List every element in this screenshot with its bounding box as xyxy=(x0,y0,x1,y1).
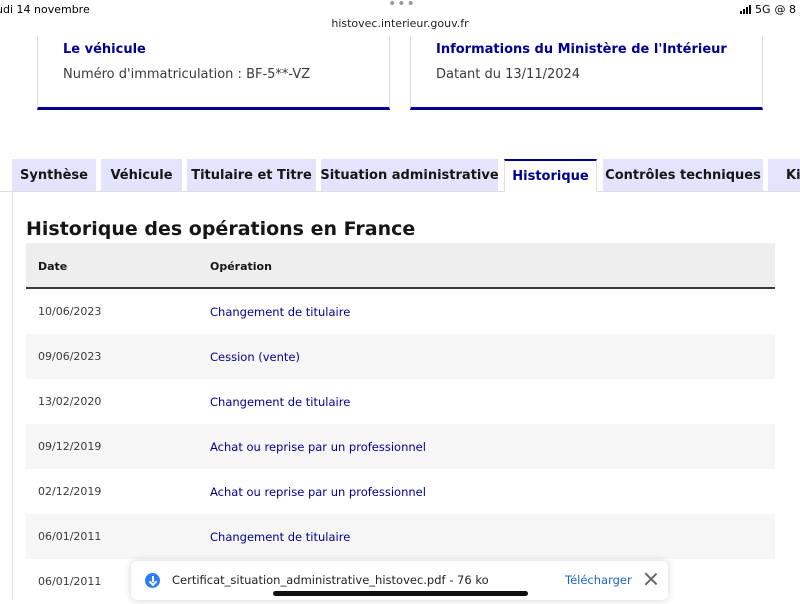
row-date: 09/06/2023 xyxy=(38,350,102,363)
table-row: 02/12/2019 Achat ou reprise par un profe… xyxy=(26,469,775,514)
registration-number: Numéro d'immatriculation : BF-5**-VZ xyxy=(63,67,311,82)
row-operation: Achat ou reprise par un professionnel xyxy=(210,440,426,454)
row-date: 02/12/2019 xyxy=(38,485,102,498)
download-button[interactable]: Télécharger xyxy=(565,573,632,587)
tab-historique[interactable]: Historique xyxy=(504,159,597,192)
row-operation: Changement de titulaire xyxy=(210,305,351,319)
row-operation: Cession (vente) xyxy=(210,350,300,364)
tab-situation[interactable]: Situation administrative xyxy=(321,159,498,191)
tab-kilometrage[interactable]: Kilo xyxy=(768,159,800,191)
row-date: 09/12/2019 xyxy=(38,440,102,453)
row-date: 10/06/2023 xyxy=(38,305,102,318)
operations-table: Date Opération 10/06/2023 Changement de … xyxy=(26,243,775,604)
report-date: Datant du 13/11/2024 xyxy=(436,67,581,82)
row-date: 06/01/2011 xyxy=(38,530,102,543)
tab-bar: Synthèse Véhicule Titulaire et Titre Sit… xyxy=(0,159,800,192)
row-operation: Changement de titulaire xyxy=(210,395,351,409)
header-date: Date xyxy=(38,260,68,273)
network-label: 5G xyxy=(754,3,771,16)
more-dots-icon[interactable]: ••• xyxy=(388,0,416,12)
status-date: udi 14 novembre xyxy=(0,3,90,16)
table-header: Date Opération xyxy=(26,243,775,289)
table-row: 09/06/2023 Cession (vente) xyxy=(26,334,775,379)
status-bar: udi 14 novembre ••• histovec.interieur.g… xyxy=(0,0,800,36)
table-row: 13/02/2020 Changement de titulaire xyxy=(26,379,775,424)
ministry-card-title: Informations du Ministère de l'Intérieur xyxy=(436,42,727,57)
table-row: 10/06/2023 Changement de titulaire xyxy=(26,289,775,334)
tab-synthese[interactable]: Synthèse xyxy=(12,159,96,191)
close-icon[interactable] xyxy=(642,570,660,588)
address-url[interactable]: histovec.interieur.gouv.fr xyxy=(0,17,800,30)
tab-vehicule[interactable]: Véhicule xyxy=(101,159,182,191)
vehicle-card: Le véhicule Numéro d'immatriculation : B… xyxy=(37,36,390,110)
header-operation: Opération xyxy=(210,260,272,273)
tab-controles[interactable]: Contrôles techniques xyxy=(603,159,763,191)
table-row: 09/12/2019 Achat ou reprise par un profe… xyxy=(26,424,775,469)
download-filename: Certificat_situation_administrative_hist… xyxy=(172,573,489,587)
section-title: Historique des opérations en France xyxy=(26,218,416,240)
vehicle-card-title: Le véhicule xyxy=(63,42,146,57)
tab-titulaire[interactable]: Titulaire et Titre xyxy=(187,159,316,191)
table-row: 06/01/2011 Changement de titulaire xyxy=(26,514,775,559)
download-icon xyxy=(145,573,160,588)
signal-icon xyxy=(739,5,751,14)
row-operation: Changement de titulaire xyxy=(210,530,351,544)
row-date: 06/01/2011 xyxy=(38,575,102,588)
home-indicator[interactable] xyxy=(273,591,528,596)
status-indicators: 5G @ 8 xyxy=(739,3,797,16)
row-date: 13/02/2020 xyxy=(38,395,102,408)
status-extra: @ 8 xyxy=(774,3,797,16)
ministry-card: Informations du Ministère de l'Intérieur… xyxy=(410,36,763,110)
row-operation: Achat ou reprise par un professionnel xyxy=(210,485,426,499)
